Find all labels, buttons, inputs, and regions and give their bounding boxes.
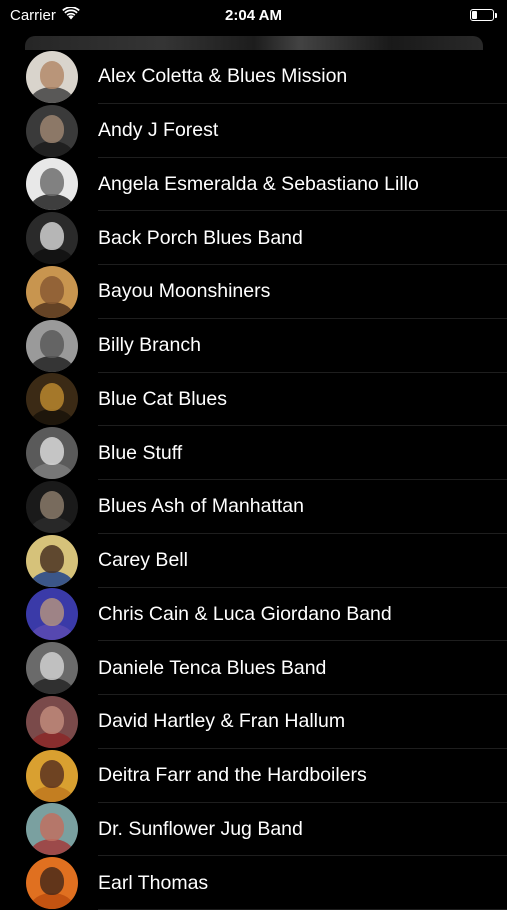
avatar bbox=[26, 695, 78, 748]
artist-name: Daniele Tenca Blues Band bbox=[98, 656, 327, 679]
list-item[interactable]: Chris Cain & Luca Giordano Band bbox=[0, 587, 507, 642]
artist-name: Earl Thomas bbox=[98, 871, 209, 894]
artist-name: Angela Esmeralda & Sebastiano Lillo bbox=[98, 172, 419, 195]
avatar bbox=[26, 480, 78, 533]
avatar bbox=[26, 803, 78, 856]
avatar bbox=[26, 857, 78, 910]
battery-icon bbox=[470, 9, 497, 21]
wifi-icon bbox=[62, 5, 80, 24]
artist-name: Blues Ash of Manhattan bbox=[98, 495, 304, 518]
list-item[interactable]: Andy J Forest bbox=[0, 103, 507, 158]
list-item[interactable]: Deitra Farr and the Hardboilers bbox=[0, 748, 507, 803]
artist-name: Deitra Farr and the Hardboilers bbox=[98, 764, 367, 787]
artist-name: Alex Coletta & Blues Mission bbox=[98, 65, 348, 88]
list-item[interactable]: David Hartley & Fran Hallum bbox=[0, 695, 507, 749]
artist-list[interactable]: Alex Coletta & Blues Mission Andy J Fores… bbox=[0, 50, 507, 910]
list-item[interactable]: Blue Stuff bbox=[0, 426, 507, 480]
avatar bbox=[26, 427, 78, 480]
list-item[interactable]: Bayou Moonshiners bbox=[0, 265, 507, 319]
list-item[interactable]: Alex Coletta & Blues Mission bbox=[0, 50, 507, 104]
artist-name: Carey Bell bbox=[98, 549, 188, 572]
carrier-label: Carrier bbox=[10, 6, 56, 24]
artist-name: Back Porch Blues Band bbox=[98, 226, 303, 249]
list-item[interactable]: Angela Esmeralda & Sebastiano Lillo bbox=[0, 157, 507, 212]
artist-name: Bayou Moonshiners bbox=[98, 280, 271, 303]
avatar bbox=[26, 749, 78, 802]
avatar bbox=[26, 212, 78, 265]
list-item[interactable]: Billy Branch bbox=[0, 318, 507, 373]
status-bar: Carrier 2:04 AM bbox=[0, 0, 507, 30]
avatar bbox=[26, 50, 78, 103]
list-item[interactable]: Back Porch Blues Band bbox=[0, 211, 507, 265]
artist-name: Chris Cain & Luca Giordano Band bbox=[98, 602, 392, 625]
list-item[interactable]: Blue Cat Blues bbox=[0, 372, 507, 427]
artist-name: Billy Branch bbox=[98, 334, 201, 357]
list-item[interactable]: Daniele Tenca Blues Band bbox=[0, 641, 507, 695]
avatar bbox=[26, 642, 78, 695]
avatar bbox=[26, 265, 78, 318]
carrier-group: Carrier bbox=[10, 5, 80, 24]
list-item[interactable]: Dr. Sunflower Jug Band bbox=[0, 802, 507, 857]
artist-name: Dr. Sunflower Jug Band bbox=[98, 817, 303, 840]
artist-name: Andy J Forest bbox=[98, 119, 219, 142]
avatar bbox=[26, 104, 78, 157]
avatar bbox=[26, 534, 78, 587]
artist-name: David Hartley & Fran Hallum bbox=[98, 710, 346, 733]
avatar bbox=[26, 373, 78, 426]
artist-name: Blue Cat Blues bbox=[98, 387, 227, 410]
list-item[interactable]: Carey Bell bbox=[0, 533, 507, 588]
avatar bbox=[26, 158, 78, 211]
avatar bbox=[26, 319, 78, 372]
avatar bbox=[26, 588, 78, 641]
list-item[interactable]: Earl Thomas bbox=[0, 856, 507, 910]
artist-name: Blue Stuff bbox=[98, 441, 183, 464]
list-item[interactable]: Blues Ash of Manhattan bbox=[0, 480, 507, 534]
